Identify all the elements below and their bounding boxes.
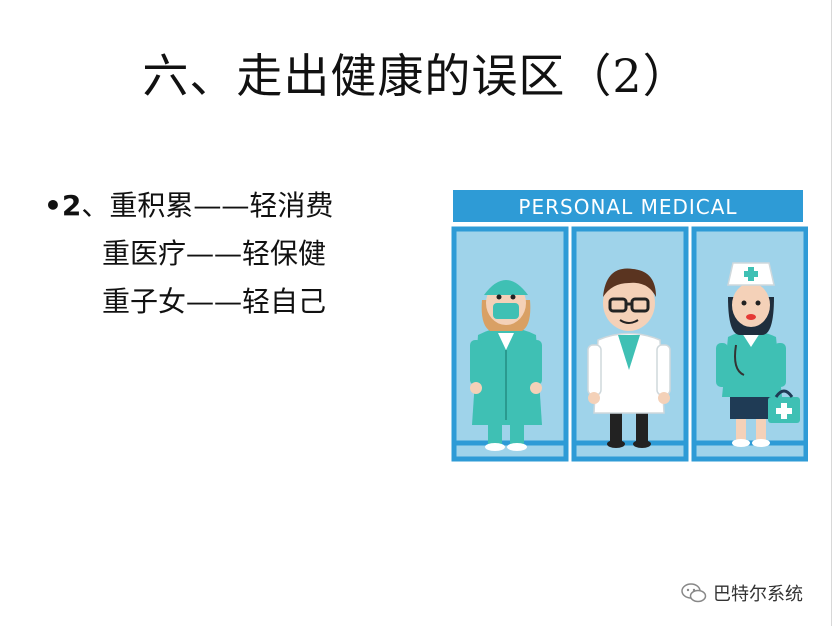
bullet-item-1: •2、重积累——轻消费	[44, 182, 333, 230]
medical-staff-illustration: PERSONAL MEDICAL	[451, 190, 808, 462]
watermark-text: 巴特尔系统	[713, 584, 803, 605]
bullet-number: 2	[61, 189, 82, 222]
slide-title: 六、走出健康的误区（2）	[142, 49, 690, 103]
slide: 六、走出健康的误区（2） •2、重积累——轻消费 重医疗——轻保健 重子女——轻…	[0, 0, 832, 626]
banner-text: PERSONAL MEDICAL	[518, 195, 737, 219]
bullet-item-2: 重医疗——轻保健	[102, 237, 327, 270]
bullet-marker: •	[44, 189, 62, 222]
bullet-text: 、重积累——轻消费	[81, 189, 334, 222]
bullet-list: •2、重积累——轻消费 重医疗——轻保健 重子女——轻自己	[44, 182, 333, 326]
watermark: 巴特尔系统	[681, 580, 803, 606]
wechat-icon	[681, 583, 707, 603]
bullet-item-3: 重子女——轻自己	[102, 285, 327, 318]
